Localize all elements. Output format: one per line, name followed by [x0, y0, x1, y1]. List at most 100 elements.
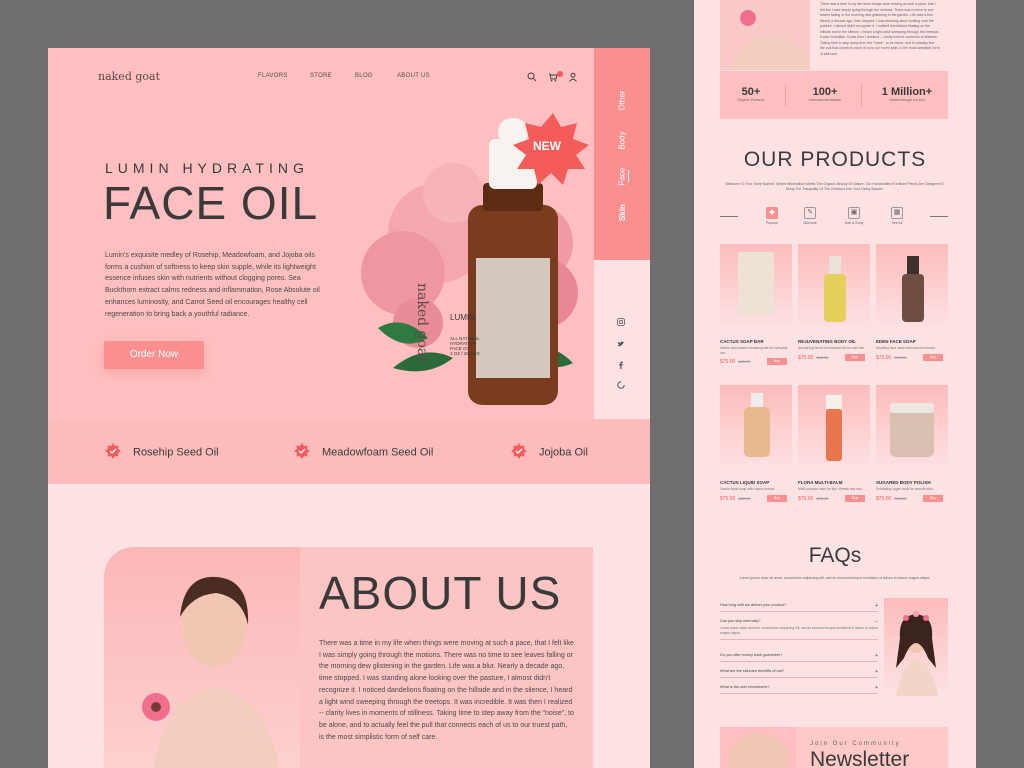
minus-icon: − [875, 619, 878, 625]
bottle-label: ALL NATURAL HYDRATING FACE OIL 1 OZ / 28… [450, 336, 480, 356]
category-popular[interactable]: ◆ Popular [761, 207, 783, 225]
buy-button[interactable]: Buy [845, 353, 865, 361]
new-badge-label: NEW [533, 139, 561, 153]
benefit-item: Jojoba Oil [511, 443, 588, 462]
stat-item: 50+ Organic Products [737, 86, 765, 102]
facebook-icon[interactable] [616, 361, 626, 371]
faq-item[interactable]: How long until we deliver your product? + [720, 603, 878, 612]
product-image [876, 244, 948, 330]
landing-page: naked goat FLAVORS STORE BLOG ABOUT US O… [48, 48, 650, 768]
product-name: REJUVENATING BODY OIL [798, 339, 856, 344]
search-icon[interactable] [526, 72, 538, 84]
tab-body[interactable]: Body [594, 131, 650, 149]
nav-about-us[interactable]: ABOUT US [397, 73, 430, 79]
verified-badge-icon [511, 443, 527, 462]
bottle-brand: naked goat [414, 283, 430, 362]
order-now-button[interactable]: Order Now [104, 341, 204, 369]
buy-button[interactable]: Buy [923, 494, 943, 502]
divider [785, 84, 786, 106]
cart-badge [557, 71, 563, 77]
social-links [594, 260, 650, 419]
product-name: FLORA MULTI-BALM [798, 480, 843, 485]
nav-store[interactable]: STORE [310, 73, 332, 79]
verified-badge-icon [105, 443, 121, 462]
product-card[interactable]: EDEN FACE SOAP Soothing face wash with n… [876, 244, 948, 361]
category-sidebar: Other Body Face Skin [594, 48, 650, 260]
nav-flavors[interactable]: FLAVORS [258, 73, 288, 79]
product-card[interactable]: FLORA MULTI-BALM Multi-purpose balm for … [798, 385, 870, 502]
category-skincare[interactable]: ✎ Skincare [799, 207, 821, 225]
hero-subtitle: LUMIN HYDRATING [105, 160, 309, 176]
product-image [798, 244, 870, 330]
divider [861, 84, 862, 106]
benefit-item: Meadowfoam Seed Oil [294, 443, 433, 462]
benefits-bar: Rosehip Seed Oil Meadowfoam Seed Oil Joj… [48, 419, 650, 484]
bottle-name: LUMIN [450, 313, 475, 322]
tab-face[interactable]: Face [594, 168, 650, 186]
product-desc: Gentle plant-based cleansing bar for eve… [720, 346, 788, 355]
product-card[interactable]: REJUVENATING BODY OIL Nourishing blend o… [798, 244, 870, 361]
product-name: SUGARED BODY POLISH [876, 480, 931, 485]
faq-item[interactable]: Do you offer money back guarantee? + [720, 653, 878, 662]
landing-page-continued: There was a time in my life when things … [694, 0, 976, 768]
faq-subtitle: Lorem ipsum dolor sit amet, consectetur … [739, 576, 931, 580]
model-photo [720, 0, 810, 70]
tab-other[interactable]: Other [594, 90, 650, 110]
plus-icon: + [875, 603, 878, 609]
faq-item[interactable]: What are the skincare benefits of oat? + [720, 669, 878, 678]
faq-answer: Lorem ipsum dolor sit amet, consectetur … [720, 626, 878, 635]
verified-badge-icon [294, 443, 310, 462]
buy-button[interactable]: Buy [845, 494, 865, 502]
prev-arrow-icon[interactable] [720, 216, 738, 217]
faq-item[interactable]: What is the skin microbiome? + [720, 685, 878, 694]
product-name: CACTUS LIQUID SOAP [720, 480, 770, 485]
product-desc: Nourishing blend of botanical oils for s… [798, 346, 866, 350]
product-jar-image [728, 733, 788, 768]
stat-item: 100+ International Awards [809, 86, 841, 102]
pinterest-icon[interactable] [616, 381, 626, 391]
product-image [876, 385, 948, 471]
buy-button[interactable]: Buy [767, 494, 787, 502]
buy-button[interactable]: Buy [767, 358, 787, 365]
product-price: $75.00 $80.00 Buy [876, 353, 948, 361]
nav-blog[interactable]: BLOG [355, 73, 373, 79]
stats-bar: 50+ Organic Products 100+ International Aw… [720, 71, 948, 119]
newsletter-title: Newsletter [810, 748, 910, 768]
newsletter-subtitle: Join Our Community [810, 741, 901, 747]
bag-icon: ▣ [848, 207, 860, 219]
tab-skin[interactable]: Skin [594, 204, 650, 221]
product-desc: Gentle liquid soap with cactus extract. [720, 487, 776, 491]
woman-portrait [896, 611, 938, 696]
plus-icon: + [875, 685, 878, 691]
faq-photo [884, 598, 948, 696]
woman-portrait [730, 10, 810, 70]
about-photo [104, 547, 300, 768]
user-icon[interactable] [567, 72, 579, 84]
category-see-all[interactable]: ▦ See All [886, 207, 908, 225]
product-card[interactable]: SUGARED BODY POLISH Exfoliating sugar sc… [876, 385, 948, 502]
products-title: OUR PRODUCTS [743, 148, 927, 171]
product-card[interactable]: CACTUS LIQUID SOAP Gentle liquid soap wi… [720, 385, 792, 502]
woman-portrait [142, 576, 279, 768]
product-image [798, 385, 870, 471]
benefit-label: Meadowfoam Seed Oil [322, 446, 434, 459]
product-desc: Multi-purpose balm for lips, cheeks and … [798, 487, 864, 491]
category-hair-body[interactable]: ▣ Hair & Body [843, 207, 865, 225]
grid-icon: ▦ [891, 207, 903, 219]
product-name: CACTUS SOAP BAR [720, 339, 764, 344]
about-title: ABOUT US [319, 567, 562, 619]
product-name: EDEN FACE SOAP [876, 339, 916, 344]
benefit-label: Rosehip Seed Oil [133, 446, 219, 459]
buy-button[interactable]: Buy [923, 353, 943, 361]
brand-logo[interactable]: naked goat [98, 70, 160, 83]
plus-icon: + [875, 653, 878, 659]
hero-title: FACE OIL [103, 177, 319, 229]
popular-icon: ◆ [766, 207, 778, 219]
instagram-icon[interactable] [616, 318, 626, 328]
next-arrow-icon[interactable] [930, 216, 948, 217]
plus-icon: + [875, 669, 878, 675]
twitter-icon[interactable] [616, 340, 626, 350]
product-price: $75.00 $85.00 Buy [720, 358, 792, 365]
faq-item-expanded[interactable]: Can you ship internally? − Lorem ipsum dol… [720, 619, 878, 640]
product-card[interactable]: CACTUS SOAP BAR Gentle plant-based clean… [720, 244, 792, 365]
